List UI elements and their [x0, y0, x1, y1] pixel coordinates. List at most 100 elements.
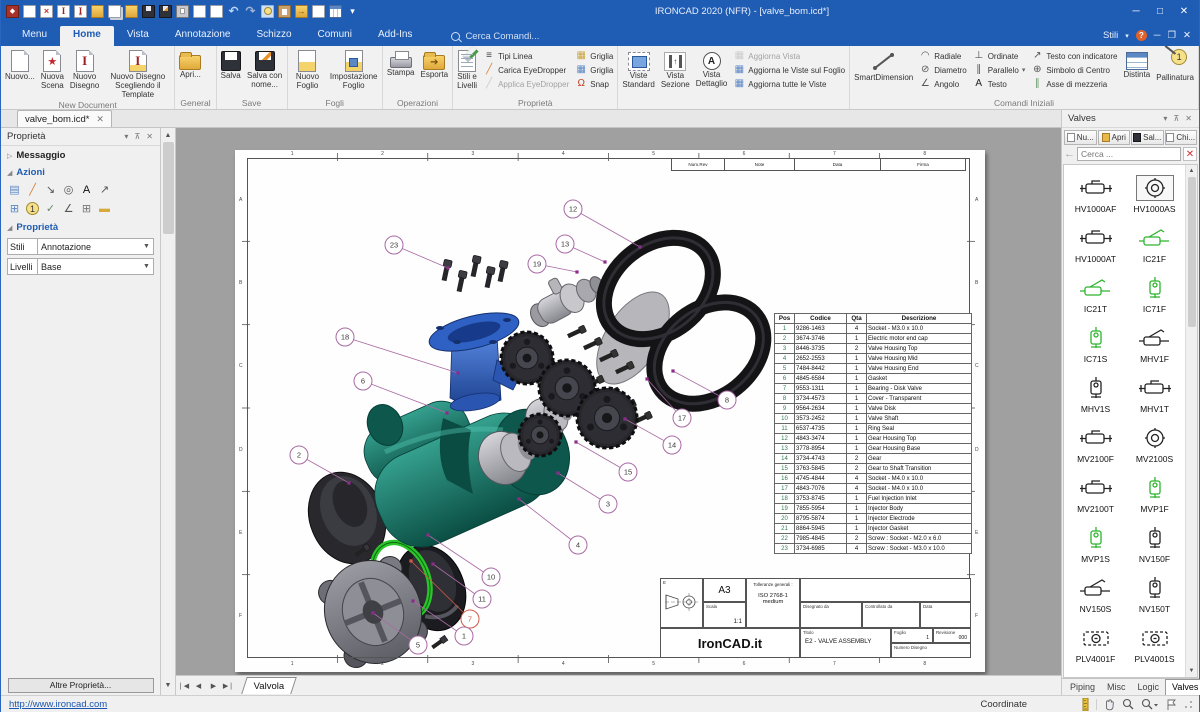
catalog-item-hv1000as[interactable]: HV1000AS	[1125, 167, 1184, 217]
panel-close-icon[interactable]: ✕	[1182, 114, 1195, 123]
catalog-item-mvp1f[interactable]: MVP1F	[1125, 467, 1184, 517]
scroll-thumb[interactable]	[1188, 177, 1196, 327]
tab-comuni[interactable]: Comuni	[305, 26, 365, 46]
export-icon[interactable]	[295, 5, 308, 18]
help-icon[interactable]: ?	[1136, 30, 1147, 41]
scroll-up-icon[interactable]: ▲	[165, 128, 172, 142]
catalog-save-button[interactable]: Sal...	[1131, 130, 1164, 145]
table-row[interactable]: 23674-37461Electric motor end cap	[775, 334, 972, 344]
command-search[interactable]: Cerca Comandi...	[451, 31, 539, 42]
section-azioni[interactable]: ◢ Azioni	[1, 163, 160, 180]
ribbon-button-nuovo-disegno-scegliendo-il-template[interactable]: Nuovo Disegno Scegliendo il Template	[102, 47, 173, 99]
table-row[interactable]: 83734-45731Cover - Transparent	[775, 394, 972, 404]
table-row[interactable]: 233734-69854Screw : Socket - M3.0 x 10.0	[775, 544, 972, 554]
new-document-icon[interactable]	[23, 5, 36, 18]
ribbon-button-radiale[interactable]: ◠Radiale	[919, 49, 966, 63]
ribbon-button-aggiorna-tutte-le-viste[interactable]: ▦Aggiorna tutte le Viste	[733, 77, 845, 91]
table-row[interactable]: 79553-13111Bearing - Disk Valve	[775, 384, 972, 394]
maximize-button[interactable]: □	[1149, 3, 1171, 19]
table-row[interactable]: 103573-24521Valve Shaft	[775, 414, 972, 424]
more-commands-icon[interactable]	[346, 5, 359, 18]
catalog-item-nv150t[interactable]: NV150T	[1125, 567, 1184, 617]
stili-menu[interactable]: Stili	[1103, 30, 1118, 41]
testo-icon[interactable]: A	[79, 182, 94, 197]
catalog-open-button[interactable]: Apri	[1098, 130, 1131, 145]
new-scene-icon[interactable]	[40, 5, 53, 18]
copy-pages-icon[interactable]	[108, 5, 121, 18]
table-row[interactable]: 208795-58741Injector Electrode	[775, 514, 972, 524]
clear-search-icon[interactable]: ✕	[1183, 147, 1197, 161]
pencil-icon[interactable]: ╱	[25, 182, 40, 197]
scroll-up-icon[interactable]: ▲	[1189, 165, 1195, 177]
catalog-item-hv1000at[interactable]: HV1000AT	[1066, 217, 1125, 267]
page-icon[interactable]	[210, 5, 223, 18]
table-row[interactable]: 64845-65841Gasket	[775, 374, 972, 384]
previous-sheet-icon[interactable]: ◀	[191, 682, 206, 690]
check-icon[interactable]: ✓	[43, 201, 58, 216]
tab-vista[interactable]: Vista	[114, 26, 162, 46]
ribbon-button-carica-eyedropper[interactable]: ╱Carica EyeDropper	[483, 63, 569, 77]
resize-grip-icon[interactable]	[1184, 700, 1193, 709]
catalog-item-mvp1s[interactable]: MVP1S	[1066, 517, 1125, 567]
ribbon-button-nuovo-disegno[interactable]: Nuovo Disegno	[67, 47, 102, 99]
table-row[interactable]: 133778-89541Gear Housing Base	[775, 444, 972, 454]
ribbon-button-diametro[interactable]: ⊘Diametro	[919, 63, 966, 77]
ribbon-button-vista-dettaglio[interactable]: Vista Dettaglio	[693, 47, 731, 97]
pallinatura-table-icon[interactable]: ⊞	[7, 201, 22, 216]
catalog-item-mv2100f[interactable]: MV2100F	[1066, 417, 1125, 467]
table-row[interactable]: 124843-34741Gear Housing Top	[775, 434, 972, 444]
callout-icon[interactable]	[312, 5, 325, 18]
pallinatura-icon[interactable]: 1	[26, 202, 39, 215]
zoom-area-icon[interactable]	[1165, 698, 1178, 711]
new-template-icon[interactable]	[74, 5, 87, 18]
open-recent-icon[interactable]	[91, 5, 104, 18]
redo-icon[interactable]	[244, 5, 257, 18]
ribbon-button-impostazione-foglio[interactable]: Impostazione Foglio	[326, 47, 380, 97]
balloon-tool-icon[interactable]	[261, 5, 274, 18]
table-row[interactable]: 99564-26341Valve Disk	[775, 404, 972, 414]
catalog-item-plv4001s[interactable]: PLV4001S	[1125, 617, 1184, 667]
panel-pin-icon[interactable]: ⊼	[1170, 114, 1182, 123]
ribbon-button-stili-e-livelli[interactable]: Stili e Livelli	[454, 47, 480, 97]
catalog-tab-logic[interactable]: Logic	[1132, 680, 1166, 695]
table-icon[interactable]	[329, 5, 342, 18]
distinta-icon[interactable]: ▤	[7, 182, 22, 197]
stili-select[interactable]: Annotazione ▼	[37, 238, 154, 255]
ribbon-button-stampa[interactable]: Stampa	[384, 47, 418, 97]
ribbon-button-smartdimension[interactable]: SmartDimension	[851, 47, 916, 97]
table-row[interactable]: 143734-47432Gear	[775, 454, 972, 464]
ribbon-button-griglia[interactable]: ▦Griglia	[575, 63, 613, 77]
sheet-tab-valvola[interactable]: Valvola	[241, 677, 297, 694]
catalog-item-mhv1t[interactable]: MHV1T	[1125, 367, 1184, 417]
open-icon[interactable]	[125, 5, 138, 18]
catalog-tab-piping[interactable]: Piping	[1064, 680, 1101, 695]
ribbon-button-nuovo[interactable]: Nuovo...	[2, 47, 38, 99]
leader-text-icon[interactable]: ↗	[97, 182, 112, 197]
minimize-button[interactable]: ─	[1125, 3, 1147, 19]
table-row[interactable]: 183753-87451Fuel Injection Inlet	[775, 494, 972, 504]
table-row[interactable]: 42652-25531Valve Housing Mid	[775, 354, 972, 364]
panel-pin-icon[interactable]: ⊼	[131, 132, 143, 141]
ordinate-icon[interactable]: ⊞	[79, 201, 94, 216]
ironcad-link[interactable]: http://www.ironcad.com	[1, 699, 107, 710]
close-button[interactable]: ✕	[1173, 3, 1195, 19]
catalog-item-mv2100t[interactable]: MV2100T	[1066, 467, 1125, 517]
save-icon[interactable]	[142, 5, 155, 18]
table-row[interactable]: 19286-14634Socket - M3.0 x 10.0	[775, 324, 972, 334]
ribbon-button-snap[interactable]: ΩSnap	[575, 77, 613, 91]
catalog-item-plv4001f[interactable]: PLV4001F	[1066, 617, 1125, 667]
ribbon-close-icon[interactable]: ✕	[1183, 30, 1191, 41]
ribbon-button-applica-eyedropper[interactable]: ╱Applica EyeDropper	[483, 77, 569, 91]
undo-icon[interactable]	[227, 5, 240, 18]
ribbon-button-nuovo-foglio[interactable]: Nuovo Foglio	[289, 47, 327, 97]
bom-table[interactable]: PosCodiceQtaDescrizione19286-14634Socket…	[774, 313, 972, 554]
ribbon-button-tipi-linea[interactable]: ≡Tipi Linea	[483, 49, 569, 63]
table-row[interactable]: 38446-37352Valve Housing Top	[775, 344, 972, 354]
ribbon-button-esporta[interactable]: Esporta	[418, 47, 452, 97]
copy-icon[interactable]	[193, 5, 206, 18]
catalog-item-ic71f[interactable]: IC71F	[1125, 267, 1184, 317]
ribbon-button-ordinate[interactable]: ⊥Ordinate	[973, 49, 1026, 63]
smartdimension-icon[interactable]: ↘	[43, 182, 58, 197]
scroll-down-icon[interactable]: ▼	[1189, 665, 1195, 677]
ribbon-minimize-icon[interactable]: ─	[1154, 30, 1161, 41]
